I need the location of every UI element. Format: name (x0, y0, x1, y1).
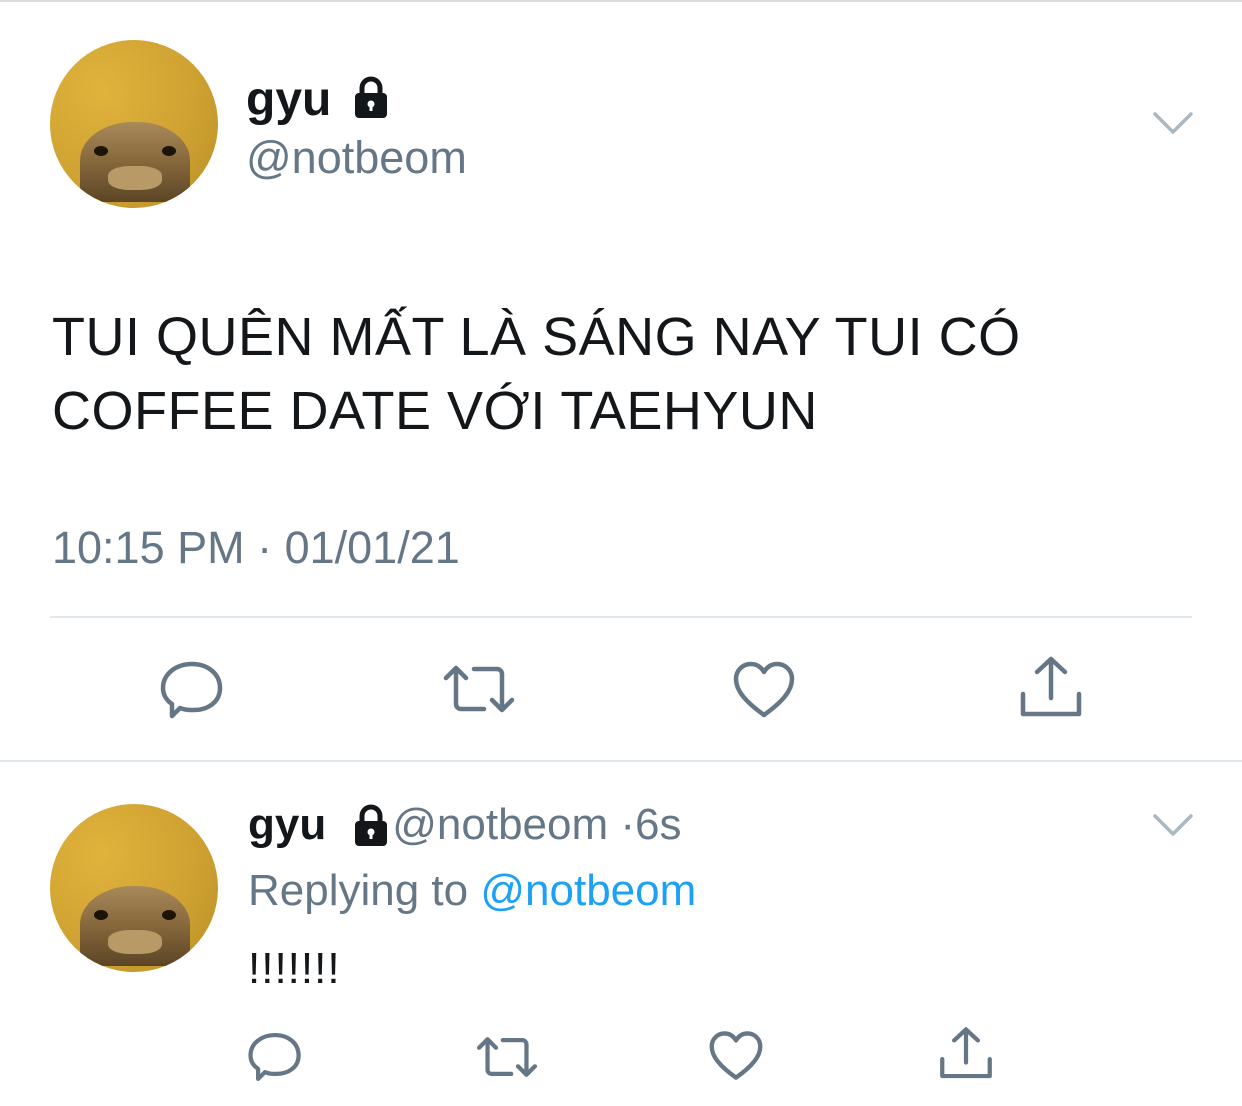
section-divider (0, 760, 1242, 762)
divider (50, 616, 1192, 618)
lizard-photo (80, 122, 190, 202)
replying-prefix: Replying to (248, 866, 469, 915)
user-handle[interactable]: @notbeom (246, 132, 467, 184)
share-icon[interactable] (938, 1026, 994, 1082)
reply-icon[interactable] (158, 658, 226, 722)
avatar[interactable] (50, 40, 218, 208)
like-icon[interactable] (732, 660, 796, 720)
reply-header: gyu @notbeom ·6s (248, 800, 682, 850)
top-divider (0, 0, 1242, 2)
tweet-text: TUI QUÊN MẤT LÀ SÁNG NAY TUI CÓ COFFEE D… (52, 300, 1152, 448)
replying-mention-link[interactable]: @notbeom (480, 866, 696, 915)
separator-dot: · (620, 800, 636, 849)
retweet-icon[interactable] (474, 1032, 540, 1082)
chevron-down-icon[interactable] (1152, 110, 1194, 136)
tweet-text-line: TUI QUÊN MẤT LÀ SÁNG NAY TUI CÓ (52, 307, 1021, 367)
avatar[interactable] (50, 804, 218, 972)
replying-to: Replying to @notbeom (248, 866, 696, 916)
tweet-text: !!!!!!! (248, 944, 341, 993)
retweet-icon[interactable] (440, 660, 518, 718)
display-name[interactable]: gyu (248, 800, 326, 849)
tweet-timestamp[interactable]: 10:15 PM · 01/01/21 (52, 522, 460, 574)
tweet-text-line: COFFEE DATE VỚI TAEHYUN (52, 381, 818, 441)
share-icon[interactable] (1018, 656, 1084, 720)
lock-icon (355, 76, 387, 118)
display-name[interactable]: gyu (246, 72, 331, 127)
lizard-photo (80, 886, 190, 966)
reply-icon[interactable] (246, 1030, 304, 1084)
like-icon[interactable] (708, 1030, 764, 1082)
user-handle[interactable]: @notbeom (392, 800, 608, 849)
tweet-age[interactable]: 6s (635, 800, 681, 849)
chevron-down-icon[interactable] (1152, 812, 1194, 838)
lock-icon (355, 804, 387, 846)
